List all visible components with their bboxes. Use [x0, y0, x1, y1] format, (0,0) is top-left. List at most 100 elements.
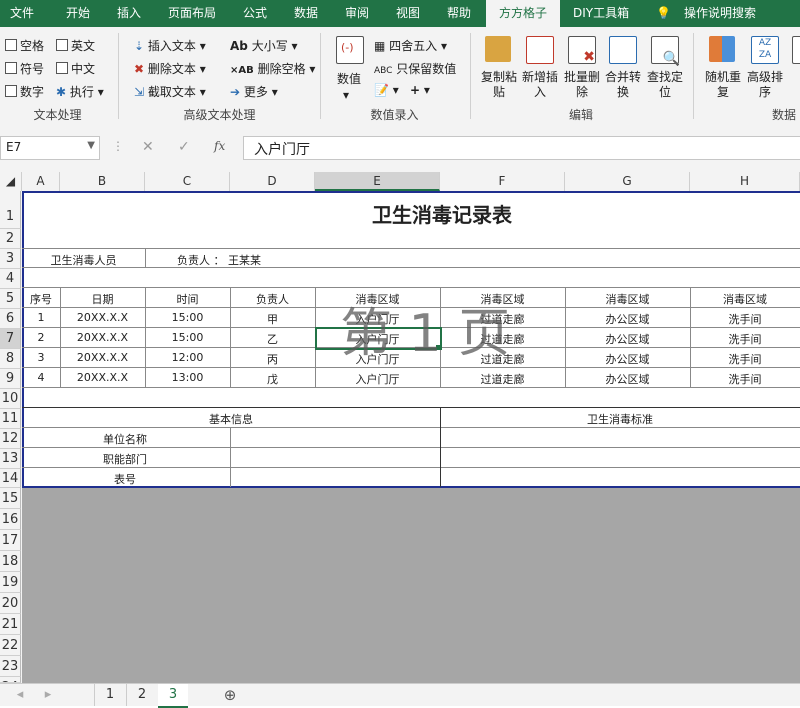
add-insert-button[interactable]: 新增插入	[519, 70, 561, 100]
row-header[interactable]: 6	[0, 309, 21, 329]
checkbox-number[interactable]: 数字	[5, 83, 44, 100]
column-header-e[interactable]: E	[315, 172, 440, 191]
tab-data[interactable]: 数据	[294, 0, 318, 27]
plus-button[interactable]: + ▾	[410, 83, 430, 97]
row-header[interactable]: 11	[0, 409, 21, 429]
remove-space-button[interactable]: ×AB 删除空格 ▾	[230, 60, 315, 77]
tab-tell-me[interactable]: 操作说明搜索	[684, 0, 756, 27]
table-cell[interactable]: 20XX.X.X	[60, 311, 145, 324]
table-cell[interactable]: 办公区域	[565, 331, 690, 347]
row-header[interactable]: 2	[0, 229, 21, 249]
table-cell[interactable]: 4	[22, 371, 60, 384]
row-header[interactable]: 23	[0, 656, 21, 677]
table-cell[interactable]: 丙	[230, 351, 315, 367]
advanced-sort-button[interactable]: 高级排序	[744, 70, 786, 100]
formula-input[interactable]: 入户门厅	[243, 136, 800, 160]
merge-convert-button[interactable]: 合并转换	[602, 70, 644, 100]
row-header[interactable]: 15	[0, 488, 21, 509]
table-cell[interactable]: 12:00	[145, 351, 230, 364]
cell-manager[interactable]: 负责人 ： 王某某	[177, 252, 377, 268]
tab-page-layout[interactable]: 页面布局	[168, 0, 216, 27]
section-standard[interactable]: 卫生消毒标准	[440, 411, 800, 427]
checkbox-space[interactable]: 空格	[5, 37, 44, 54]
table-cell[interactable]: 洗手间	[690, 351, 800, 367]
add-sheet-icon[interactable]: ⊕	[219, 684, 241, 706]
row-header[interactable]: 19	[0, 572, 21, 593]
batch-delete-button[interactable]: 批量删除	[561, 70, 603, 100]
table-cell[interactable]: 20XX.X.X	[60, 331, 145, 344]
cancel-icon[interactable]: ✕	[142, 139, 154, 155]
row-header[interactable]: 20	[0, 593, 21, 614]
confirm-icon[interactable]: ✓	[178, 139, 190, 155]
table-cell[interactable]: 15:00	[145, 311, 230, 324]
table-cell[interactable]: 入户门厅	[315, 371, 440, 387]
random-repeat-button[interactable]: 随机重复	[702, 70, 744, 100]
header-cell[interactable]: 负责人	[230, 291, 315, 307]
column-header-h[interactable]: H	[690, 172, 800, 191]
table-cell[interactable]: 2	[22, 331, 60, 344]
case-button[interactable]: Ab 大小写 ▾	[230, 37, 298, 54]
table-cell[interactable]: 洗手间	[690, 371, 800, 387]
copy-paste-button[interactable]: 复制粘贴	[478, 70, 520, 100]
row-header[interactable]: 4	[0, 269, 21, 289]
edit-dropdown-button[interactable]: 📝 ▾	[374, 83, 399, 97]
column-header-f[interactable]: F	[440, 172, 565, 191]
info-label[interactable]: 单位名称	[60, 431, 190, 447]
table-cell[interactable]: 办公区域	[565, 371, 690, 387]
table-cell[interactable]: 乙	[230, 331, 315, 347]
row-header[interactable]: 12	[0, 429, 21, 449]
row-header[interactable]: 18	[0, 551, 21, 572]
table-cell[interactable]: 戊	[230, 371, 315, 387]
row-header[interactable]: 21	[0, 614, 21, 635]
tab-diy-toolbox[interactable]: DIY工具箱	[573, 0, 629, 27]
table-cell[interactable]: 甲	[230, 311, 315, 327]
find-locate-button[interactable]: 查找定位	[644, 70, 686, 100]
table-cell[interactable]: 1	[22, 311, 60, 324]
more-button[interactable]: ➔ 更多 ▾	[230, 83, 278, 100]
column-header-a[interactable]: A	[22, 172, 60, 191]
table-cell[interactable]: 15:00	[145, 331, 230, 344]
row-header[interactable]: 5	[0, 289, 21, 309]
insert-text-button[interactable]: ⇣ 插入文本 ▾	[134, 37, 206, 54]
tab-file[interactable]: 文件	[10, 0, 34, 27]
row-header[interactable]: 13	[0, 449, 21, 469]
tab-home[interactable]: 开始	[66, 0, 90, 27]
keep-values-button[interactable]: ABC 只保留数值	[374, 60, 456, 77]
name-box[interactable]: E7 ▼	[0, 136, 100, 160]
column-header-b[interactable]: B	[60, 172, 145, 191]
chevron-down-icon[interactable]: ▼	[87, 140, 95, 151]
tab-view[interactable]: 视图	[396, 0, 420, 27]
header-cell[interactable]: 消毒区域	[565, 291, 690, 307]
header-cell[interactable]: 时间	[145, 291, 230, 307]
header-cell[interactable]: 序号	[22, 291, 60, 307]
select-all-corner[interactable]: ◢	[0, 172, 22, 191]
scroll-right-icon[interactable]: ▸	[40, 684, 56, 706]
row-header[interactable]: 3	[0, 249, 21, 269]
sheet-tab-3[interactable]: 3	[158, 684, 188, 708]
row-header[interactable]: 16	[0, 509, 21, 530]
row-header[interactable]: 9	[0, 369, 21, 389]
tab-formulas[interactable]: 公式	[243, 0, 267, 27]
table-cell[interactable]: 办公区域	[565, 351, 690, 367]
row-header[interactable]: 10	[0, 389, 21, 409]
sheet-tab-1[interactable]: 1	[94, 684, 125, 706]
header-cell[interactable]: 日期	[60, 291, 145, 307]
column-header-c[interactable]: C	[145, 172, 230, 191]
row-header[interactable]: 8	[0, 349, 21, 369]
cell-personnel-label[interactable]: 卫生消毒人员	[22, 252, 145, 268]
header-cell[interactable]: 消毒区域	[690, 291, 800, 307]
sheet-tab-2[interactable]: 2	[126, 684, 157, 706]
checkbox-english[interactable]: 英文	[56, 37, 95, 54]
row-header[interactable]: 17	[0, 530, 21, 551]
run-button[interactable]: ✱ 执行 ▾	[56, 83, 104, 100]
info-label[interactable]: 职能部门	[60, 451, 190, 467]
table-cell[interactable]: 3	[22, 351, 60, 364]
tab-insert[interactable]: 插入	[117, 0, 141, 27]
value-button[interactable]: 数值	[337, 70, 361, 87]
round-button[interactable]: ▦ 四舍五入 ▾	[374, 37, 447, 54]
section-basic-info[interactable]: 基本信息	[22, 411, 440, 427]
info-label[interactable]: 表号	[60, 471, 190, 487]
row-header[interactable]: 22	[0, 635, 21, 656]
checkbox-chinese[interactable]: 中文	[56, 60, 95, 77]
table-cell[interactable]: 13:00	[145, 371, 230, 384]
